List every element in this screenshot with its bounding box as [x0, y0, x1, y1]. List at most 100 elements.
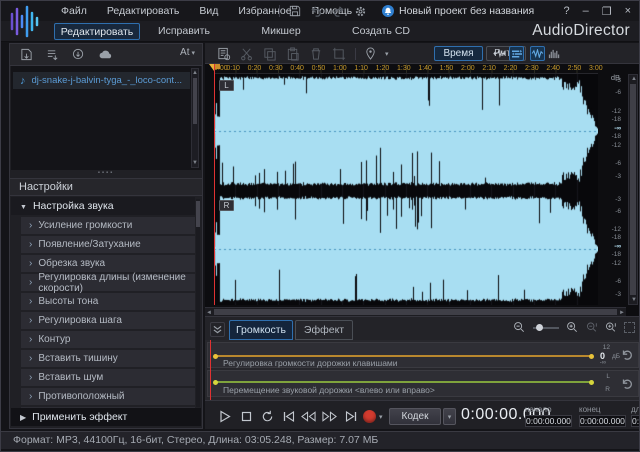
save-icon[interactable]: [289, 5, 301, 17]
waveform-view-icon[interactable]: [530, 46, 545, 61]
vertical-scrollbar[interactable]: ▲ ▼: [628, 74, 638, 305]
db-tick-label: -6: [615, 89, 621, 96]
settings-gear-icon[interactable]: [354, 5, 367, 18]
settings-item[interactable]: ›Усиление громкости: [21, 217, 195, 234]
loop-button[interactable]: [260, 409, 275, 424]
help-button[interactable]: ?: [563, 5, 569, 17]
tab-mixer[interactable]: Микшер: [251, 23, 311, 40]
stop-button[interactable]: [239, 409, 254, 424]
settings-group-sound[interactable]: ▼Настройка звука: [11, 197, 195, 215]
file-list-scrollbar[interactable]: ▲ ▼: [191, 68, 199, 168]
editor-area: ▾ Время Ритм 0:000:1: [205, 43, 640, 429]
ruler-label: 1:00: [333, 65, 347, 72]
horizontal-scrollbar[interactable]: ◄ ►: [205, 307, 626, 316]
collapse-panel-button[interactable]: [210, 322, 225, 337]
scrollbar-thumb[interactable]: [196, 201, 200, 227]
reset-keyframes-icon[interactable]: [620, 348, 635, 363]
download-track-icon[interactable]: [72, 48, 85, 61]
marker-pin-icon[interactable]: [365, 47, 376, 60]
rewind-button[interactable]: [301, 409, 316, 424]
scroll-up-icon[interactable]: ▲: [192, 69, 198, 77]
settings-item[interactable]: ›Высоты тона: [21, 293, 195, 310]
tab-volume[interactable]: Громкость: [229, 320, 293, 340]
zoom-slider-handle[interactable]: [536, 324, 543, 331]
trim-icon[interactable]: [332, 47, 346, 61]
fast-forward-button[interactable]: [322, 409, 337, 424]
tab-effect[interactable]: Эффект: [295, 320, 353, 340]
scrollbar-thumb[interactable]: [630, 84, 636, 295]
channel-bars-icon[interactable]: [509, 46, 524, 61]
play-button[interactable]: [217, 409, 232, 424]
playhead[interactable]: [214, 64, 215, 305]
channel-right-badge[interactable]: R: [219, 200, 234, 211]
scroll-down-icon[interactable]: ▼: [631, 296, 637, 304]
delete-icon[interactable]: [309, 47, 323, 61]
zoom-slider[interactable]: [533, 327, 559, 329]
channel-left-badge[interactable]: L: [219, 80, 234, 91]
undo-icon[interactable]: [310, 6, 323, 17]
settings-item[interactable]: ›Противоположный: [21, 388, 195, 405]
paste-icon[interactable]: [286, 47, 300, 61]
cloud-icon[interactable]: [98, 49, 113, 60]
import-media-icon[interactable]: [20, 48, 33, 61]
time-ruler[interactable]: 0:000:100:200:300:400:501:001:101:201:30…: [214, 64, 598, 74]
cut-icon[interactable]: [240, 47, 254, 61]
settings-item[interactable]: ›Вставить шум: [21, 369, 195, 386]
tab-create-cd[interactable]: Создать CD: [341, 23, 421, 40]
end-value[interactable]: 0:00:00.000: [579, 415, 626, 427]
sort-button[interactable]: At▾: [180, 47, 195, 58]
panel-splitter[interactable]: ▪▪▪▪: [10, 171, 202, 177]
minimize-button[interactable]: –: [583, 5, 589, 17]
tab-edit[interactable]: Редактировать: [54, 23, 140, 40]
start-value[interactable]: 0:00:00.000: [525, 415, 572, 427]
stretch-wave-icon[interactable]: [492, 46, 507, 61]
settings-item[interactable]: ›Регулировка длины (изменение скорости): [21, 274, 195, 291]
go-to-start-button[interactable]: [281, 409, 296, 424]
zoom-out-icon[interactable]: [513, 321, 526, 334]
scroll-down-icon[interactable]: ▼: [192, 159, 198, 167]
menu-item[interactable]: Файл: [51, 1, 97, 21]
pan-lane[interactable]: Перемещение звуковой дорожки <влево или …: [207, 370, 639, 397]
scrollbar-thumb[interactable]: [214, 309, 617, 315]
settings-item[interactable]: ›Появление/Затухание: [21, 236, 195, 253]
fit-selection-icon[interactable]: [624, 322, 635, 333]
keyframe-dot[interactable]: [213, 354, 218, 359]
volume-lane[interactable]: Регулировка громкости дорожки клавишами …: [207, 342, 639, 368]
menu-item[interactable]: Редактировать: [97, 1, 190, 21]
scroll-up-icon[interactable]: ▲: [631, 75, 637, 83]
settings-item[interactable]: ›Обрезка звука: [21, 255, 195, 272]
pan-keyframe-line[interactable]: [216, 381, 592, 383]
go-to-end-button[interactable]: [343, 409, 358, 424]
list-item-track[interactable]: ♪ dj-snake-j-balvin-tyga_-_loco-cont...: [13, 72, 190, 89]
waveform-canvas[interactable]: [214, 74, 598, 305]
time-view-button[interactable]: Время: [434, 46, 483, 61]
keyframe-dot[interactable]: [213, 380, 218, 385]
duration-value[interactable]: 0:00:00.000: [631, 415, 640, 427]
chevron-down-icon[interactable]: ▾: [385, 50, 389, 58]
adjust-document-icon[interactable]: [217, 47, 231, 61]
scrollbar-thumb[interactable]: [193, 78, 197, 124]
spectrum-view-icon[interactable]: [547, 46, 562, 61]
settings-item[interactable]: ›Регулировка шага: [21, 312, 195, 329]
record-options-chevron-icon[interactable]: ▾: [379, 413, 383, 421]
settings-item[interactable]: ›Контур: [21, 331, 195, 348]
zoom-in-icon[interactable]: [566, 321, 579, 334]
close-button[interactable]: ×: [625, 5, 631, 17]
reset-keyframes-icon[interactable]: [620, 377, 635, 392]
record-button[interactable]: [363, 410, 376, 423]
menu-item[interactable]: Вид: [189, 1, 228, 21]
settings-scrollbar[interactable]: [196, 199, 200, 407]
codec-chevron-icon[interactable]: ▾: [443, 408, 456, 425]
redo-icon[interactable]: [332, 6, 345, 17]
tab-fix[interactable]: Исправить: [148, 23, 220, 40]
zoom-out-vertical-icon[interactable]: [586, 321, 598, 334]
copy-icon[interactable]: [263, 47, 277, 61]
maximize-button[interactable]: ❐: [602, 5, 612, 18]
apply-effect-section[interactable]: ▶Применить эффект: [11, 408, 201, 426]
notification-bell-icon[interactable]: [382, 5, 394, 17]
extract-audio-icon[interactable]: [46, 48, 59, 61]
codec-button[interactable]: Кодек: [389, 408, 441, 425]
settings-item[interactable]: ›Вставить тишину: [21, 350, 195, 367]
zoom-in-vertical-icon[interactable]: [605, 321, 617, 334]
volume-keyframe-line[interactable]: [216, 355, 592, 357]
